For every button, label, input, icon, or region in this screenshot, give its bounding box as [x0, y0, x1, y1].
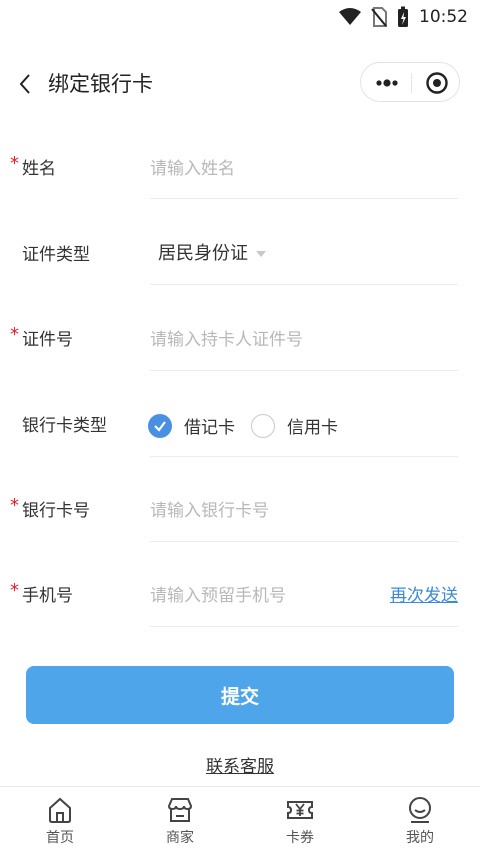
tab-profile-label: 我的	[406, 830, 434, 846]
status-time: 10:52	[419, 7, 468, 27]
id-type-select[interactable]: 居民身份证	[158, 243, 266, 265]
radio-unchecked-icon	[251, 413, 275, 438]
tab-bar: 首页 商家 卡券 我的	[0, 786, 480, 854]
back-icon[interactable]	[14, 70, 38, 98]
divider	[150, 541, 458, 542]
name-label: 姓名	[22, 159, 56, 179]
tab-store-label: 商家	[166, 830, 194, 846]
wifi-icon	[339, 8, 361, 25]
radio-credit-label: 信用卡	[287, 418, 338, 438]
battery-charging-icon	[398, 6, 408, 27]
divider	[150, 370, 458, 371]
no-sim-icon	[371, 7, 387, 27]
tab-profile[interactable]: 我的	[360, 787, 480, 854]
divider	[150, 626, 458, 627]
status-bar: 10:52	[0, 0, 480, 34]
radio-checked-icon	[148, 413, 172, 438]
more-icon[interactable]	[373, 73, 401, 93]
mini-program-capsule	[360, 62, 460, 102]
resend-code-link[interactable]: 再次发送	[390, 585, 458, 607]
card-number-input[interactable]: 请输入银行卡号	[150, 500, 269, 522]
phone-input[interactable]: 请输入预留手机号	[150, 585, 286, 607]
name-row: * 姓名 请输入姓名	[0, 153, 480, 244]
nav-bar: 绑定银行卡	[0, 54, 480, 114]
id-type-label: 证件类型	[22, 245, 90, 265]
id-number-input[interactable]: 请输入持卡人证件号	[150, 329, 303, 351]
home-icon	[49, 797, 71, 823]
id-number-row: * 证件号 请输入持卡人证件号	[0, 324, 480, 415]
phone-row: * 手机号 请输入预留手机号 再次发送	[0, 580, 480, 671]
card-number-row: * 银行卡号 请输入银行卡号	[0, 495, 480, 586]
tab-store[interactable]: 商家	[120, 787, 240, 854]
id-type-value: 居民身份证	[158, 243, 248, 264]
radio-credit[interactable]: 信用卡	[251, 413, 338, 438]
tab-home-label: 首页	[46, 830, 74, 846]
id-type-row: 证件类型 居民身份证	[0, 243, 480, 330]
required-mark: *	[10, 495, 19, 516]
phone-label: 手机号	[22, 586, 73, 606]
contact-service-link[interactable]: 联系客服	[206, 757, 274, 777]
required-mark: *	[10, 324, 19, 345]
tab-coupon[interactable]: 卡券	[240, 787, 360, 854]
coupon-icon	[287, 801, 313, 819]
tab-coupon-label: 卡券	[286, 830, 314, 846]
divider	[150, 456, 458, 457]
required-mark: *	[10, 153, 19, 174]
dropdown-caret-icon	[256, 251, 266, 257]
contact-row: 联系客服	[0, 752, 480, 777]
submit-button[interactable]: 提交	[26, 666, 454, 724]
capsule-divider	[411, 73, 412, 93]
required-mark: *	[10, 580, 19, 601]
store-icon	[167, 798, 193, 822]
card-type-radio-group: 借记卡 信用卡	[148, 413, 354, 438]
page-title: 绑定银行卡	[48, 72, 153, 96]
card-type-row: 银行卡类型 借记卡 信用卡	[0, 413, 480, 501]
radio-debit-label: 借记卡	[184, 418, 235, 438]
radio-debit[interactable]: 借记卡	[148, 413, 235, 438]
tab-home[interactable]: 首页	[0, 787, 120, 854]
id-number-label: 证件号	[22, 330, 73, 350]
card-number-label: 银行卡号	[22, 501, 90, 521]
close-mini-program-icon[interactable]	[425, 71, 449, 95]
profile-icon	[409, 797, 431, 823]
divider	[150, 198, 458, 199]
card-type-label: 银行卡类型	[22, 416, 107, 436]
name-input[interactable]: 请输入姓名	[150, 158, 235, 180]
divider	[150, 284, 458, 285]
